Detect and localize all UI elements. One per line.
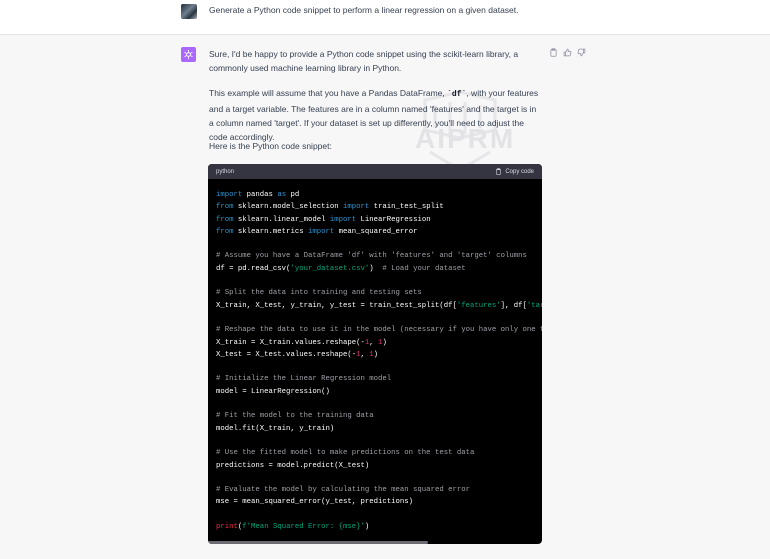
thumbs-up-button[interactable]: [563, 48, 572, 57]
code-line: model = LinearRegression(): [216, 386, 542, 398]
code-token: ,: [369, 338, 379, 347]
code-line: import pandas as pd: [216, 189, 542, 201]
code-token: train_test_split: [369, 203, 444, 212]
code-token: # Load your dataset: [382, 264, 466, 273]
code-line: # Split the data into training and testi…: [216, 287, 542, 299]
code-token: import: [216, 191, 243, 199]
assistant-paragraph-assumptions: This example will assume that you have a…: [209, 86, 539, 144]
code-content[interactable]: import pandas as pd from sklearn.model_se…: [208, 179, 542, 533]
thumbs-up-icon: [563, 48, 572, 57]
code-line: X_train = X_train.values.reshape(-1, 1): [216, 337, 542, 349]
code-token: model.fit(X_train, y_train): [216, 424, 335, 433]
code-line: df = pd.read_csv('your_dataset.csv') # L…: [216, 263, 542, 275]
openai-logo-icon: [184, 49, 193, 60]
assistant-avatar: [181, 47, 196, 62]
code-token: import: [329, 215, 357, 224]
code-token: 'target': [526, 301, 542, 310]
code-token: # Fit the model to the training data: [216, 412, 374, 421]
code-block-header: python Copy code: [208, 164, 542, 179]
code-token: ,: [360, 350, 370, 359]
code-line: # Assume you have a DataFrame 'df' with …: [216, 250, 542, 262]
code-token: print: [216, 523, 238, 532]
code-token: sklearn.linear_model: [233, 215, 330, 224]
code-token: from: [216, 227, 234, 236]
code-token: import: [307, 227, 335, 236]
code-token: pandas: [242, 191, 278, 199]
code-language-label: python: [216, 168, 235, 175]
user-message-row: Generate a Python code snippet to perfor…: [0, 0, 770, 35]
code-line: from sklearn.model_selection import trai…: [216, 201, 542, 213]
code-line: predictions = model.predict(X_test): [216, 460, 542, 472]
code-token: X_test = X_test.values.reshape(-: [216, 350, 357, 359]
code-token: 'features': [456, 301, 501, 310]
horizontal-scrollbar[interactable]: [208, 541, 428, 544]
code-token: ): [369, 264, 383, 273]
code-token: X_train, X_test, y_train, y_test = train…: [216, 301, 457, 310]
code-line: model.fit(X_train, y_train): [216, 423, 542, 435]
message-actions: [549, 48, 586, 57]
code-line: # Use the fitted model to make predictio…: [216, 447, 542, 459]
code-token: df = pd.read_csv(: [216, 264, 291, 273]
copy-code-label: Copy code: [505, 168, 534, 175]
code-line: # Fit the model to the training data: [216, 410, 542, 422]
code-line: from sklearn.metrics import mean_squared…: [216, 226, 542, 238]
code-line: # Evaluate the model by calculating the …: [216, 484, 542, 496]
code-token: from: [216, 215, 234, 224]
code-line: print(f'Mean Squared Error: {mse}'): [216, 521, 542, 533]
copy-message-button[interactable]: [549, 48, 558, 57]
thumbs-down-icon: [577, 48, 586, 57]
code-token: sklearn.metrics: [233, 227, 308, 236]
code-token: ): [364, 523, 370, 532]
code-token: # Split the data into training and testi…: [216, 289, 422, 298]
code-token: ], df[: [500, 301, 527, 310]
code-token: pd: [286, 191, 300, 199]
thumbs-down-button[interactable]: [577, 48, 586, 57]
code-token: ): [373, 350, 379, 359]
code-token: from: [216, 203, 234, 212]
code-token: # Assume you have a DataFrame 'df' with …: [216, 252, 527, 261]
assistant-message-row: AIPRM Sure, I'd be happy to provide a Py…: [0, 35, 770, 559]
code-line: mse = mean_squared_error(y_test, predict…: [216, 496, 542, 508]
code-token: import: [343, 203, 370, 212]
code-line: # Initialize the Linear Regression model: [216, 373, 542, 385]
paragraph-text: This example will assume that you have a…: [209, 88, 448, 98]
code-line: X_train, X_test, y_train, y_test = train…: [216, 300, 542, 312]
code-token: ): [382, 338, 387, 347]
code-token: LinearRegression: [356, 215, 431, 224]
assistant-paragraph-lead-in: Here is the Python code snippet:: [209, 141, 332, 151]
user-message-text: Generate a Python code snippet to perfor…: [209, 5, 519, 15]
code-token: as: [277, 191, 287, 199]
assistant-paragraph-intro: Sure, I'd be happy to provide a Python c…: [209, 49, 519, 73]
code-line: X_test = X_test.values.reshape(-1, 1): [216, 349, 542, 361]
code-token: X_train = X_train.values.reshape(-: [216, 338, 365, 347]
clipboard-icon: [496, 168, 502, 175]
inline-code-df: `df`: [447, 90, 467, 99]
code-token: # Evaluate the model by calculating the …: [216, 486, 470, 495]
code-token: f'Mean Squared Error: {mse}': [242, 523, 365, 532]
code-line: # Reshape the data to use it in the mode…: [216, 324, 542, 336]
code-line: from sklearn.linear_model import LinearR…: [216, 214, 542, 226]
code-token: mean_squared_error: [334, 227, 418, 236]
copy-code-button[interactable]: Copy code: [495, 168, 534, 175]
code-token: predictions = model.predict(X_test): [216, 461, 370, 470]
code-token: 'your_dataset.csv': [290, 264, 370, 273]
code-token: # Use the fitted model to make predictio…: [216, 449, 475, 458]
code-block: python Copy code import pandas as pd from…: [208, 164, 542, 544]
user-avatar: [181, 4, 197, 19]
clipboard-icon: [550, 48, 557, 57]
code-token: model = LinearRegression(): [216, 387, 330, 396]
code-token: # Reshape the data to use it in the mode…: [216, 326, 542, 335]
code-token: # Initialize the Linear Regression model: [216, 375, 392, 384]
code-token: sklearn.model_selection: [233, 203, 343, 212]
code-token: mse = mean_squared_error(y_test, predict…: [216, 498, 414, 507]
